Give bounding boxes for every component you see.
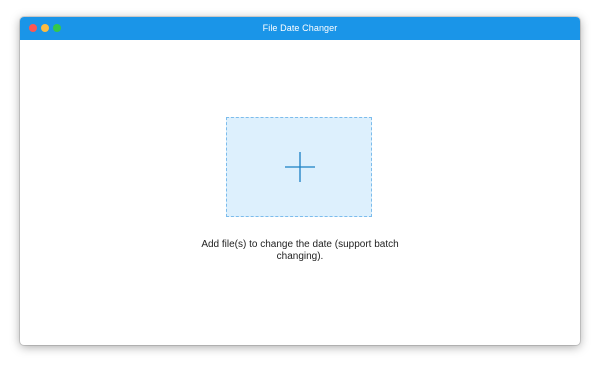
window-title: File Date Changer	[262, 23, 338, 33]
plus-icon	[285, 152, 315, 182]
add-files-hint: Add file(s) to change the date (support …	[201, 239, 399, 262]
app-window: File Date Changer Add file(s) to change …	[20, 17, 580, 345]
add-files-dropzone[interactable]	[226, 117, 372, 217]
title-bar[interactable]: File Date Changer	[20, 17, 580, 40]
